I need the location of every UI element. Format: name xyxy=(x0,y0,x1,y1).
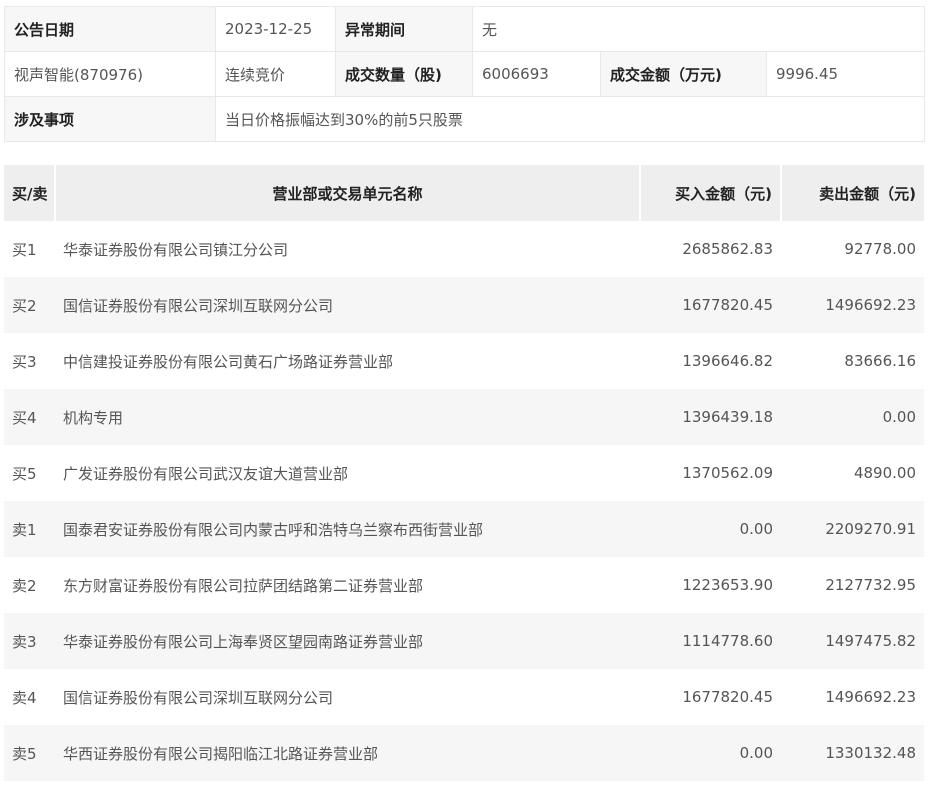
row-buy-amount: 1396439.18 xyxy=(640,389,781,445)
row-side: 买1 xyxy=(4,221,55,277)
row-side: 买3 xyxy=(4,333,55,389)
row-broker-name: 国信证券股份有限公司深圳互联网分公司 xyxy=(55,669,640,725)
row-side: 卖1 xyxy=(4,501,55,557)
row-buy-amount: 1396646.82 xyxy=(640,333,781,389)
row-side: 卖4 xyxy=(4,669,55,725)
row-sell-amount: 0.00 xyxy=(781,389,924,445)
row-side: 买5 xyxy=(4,445,55,501)
table-row: 买5 广发证券股份有限公司武汉友谊大道营业部 1370562.09 4890.0… xyxy=(4,445,924,501)
stock-info-table: 公告日期 2023-12-25 异常期间 无 视声智能(870976) 连续竞价… xyxy=(4,6,926,142)
table-row: 卖5 华西证券股份有限公司揭阳临江北路证券营业部 0.00 1330132.48 xyxy=(4,725,924,781)
trade-method: 连续竞价 xyxy=(215,51,336,97)
row-broker-name: 国信证券股份有限公司深圳互联网分公司 xyxy=(55,277,640,333)
header-buy-amount: 买入金额（元) xyxy=(640,165,782,221)
table-row: 卖4 国信证券股份有限公司深圳互联网分公司 1677820.45 1496692… xyxy=(4,669,924,725)
amount-label: 成交金额（万元) xyxy=(600,51,767,97)
row-broker-name: 机构专用 xyxy=(55,389,640,445)
row-sell-amount: 2127732.95 xyxy=(781,557,924,613)
row-side: 买2 xyxy=(4,277,55,333)
row-buy-amount: 1370562.09 xyxy=(640,445,781,501)
amount-value: 9996.45 xyxy=(765,51,926,97)
matter-label: 涉及事项 xyxy=(4,96,216,142)
header-side: 买/卖 xyxy=(4,165,56,221)
table-row: 卖3 华泰证券股份有限公司上海奉贤区望园南路证券营业部 1114778.60 1… xyxy=(4,613,924,669)
abnormal-period-value: 无 xyxy=(471,6,926,52)
row-sell-amount: 1496692.23 xyxy=(781,277,924,333)
row-broker-name: 广发证券股份有限公司武汉友谊大道营业部 xyxy=(55,445,640,501)
row-sell-amount: 92778.00 xyxy=(781,221,924,277)
row-sell-amount: 4890.00 xyxy=(781,445,924,501)
stock-name: 视声智能(870976) xyxy=(4,51,216,97)
volume-label: 成交数量（股) xyxy=(335,51,473,97)
announce-date-value: 2023-12-25 xyxy=(215,6,336,52)
row-side: 卖5 xyxy=(4,725,55,781)
row-broker-name: 中信建投证券股份有限公司黄石广场路证券营业部 xyxy=(55,333,640,389)
volume-value: 6006693 xyxy=(472,51,601,97)
row-sell-amount: 1496692.23 xyxy=(781,669,924,725)
row-broker-name: 东方财富证券股份有限公司拉萨团结路第二证券营业部 xyxy=(55,557,640,613)
row-buy-amount: 1223653.90 xyxy=(640,557,781,613)
row-broker-name: 华西证券股份有限公司揭阳临江北路证券营业部 xyxy=(55,725,640,781)
row-buy-amount: 0.00 xyxy=(640,725,781,781)
row-broker-name: 国泰君安证券股份有限公司内蒙古呼和浩特乌兰察布西街营业部 xyxy=(55,501,640,557)
table-row: 买4 机构专用 1396439.18 0.00 xyxy=(4,389,924,445)
row-broker-name: 华泰证券股份有限公司上海奉贤区望园南路证券营业部 xyxy=(55,613,640,669)
table-row: 买2 国信证券股份有限公司深圳互联网分公司 1677820.45 1496692… xyxy=(4,277,924,333)
info-row-trade: 视声智能(870976) 连续竞价 成交数量（股) 6006693 成交金额（万… xyxy=(4,51,926,97)
row-buy-amount: 2685862.83 xyxy=(640,221,781,277)
table-row: 买3 中信建投证券股份有限公司黄石广场路证券营业部 1396646.82 836… xyxy=(4,333,924,389)
trading-detail-table: 买/卖 营业部或交易单元名称 买入金额（元) 卖出金额（元) 买1 华泰证券股份… xyxy=(4,165,924,781)
header-sell-amount: 卖出金额（元) xyxy=(781,165,924,221)
header-name: 营业部或交易单元名称 xyxy=(55,165,641,221)
announce-date-label: 公告日期 xyxy=(4,6,216,52)
row-buy-amount: 0.00 xyxy=(640,501,781,557)
row-sell-amount: 1330132.48 xyxy=(781,725,924,781)
info-row-matter: 涉及事项 当日价格振幅达到30%的前5只股票 xyxy=(4,96,926,142)
row-buy-amount: 1114778.60 xyxy=(640,613,781,669)
row-buy-amount: 1677820.45 xyxy=(640,277,781,333)
row-side: 卖2 xyxy=(4,557,55,613)
row-sell-amount: 83666.16 xyxy=(781,333,924,389)
row-buy-amount: 1677820.45 xyxy=(640,669,781,725)
row-sell-amount: 2209270.91 xyxy=(781,501,924,557)
table-header-row: 买/卖 营业部或交易单元名称 买入金额（元) 卖出金额（元) xyxy=(4,165,924,221)
table-row: 卖1 国泰君安证券股份有限公司内蒙古呼和浩特乌兰察布西街营业部 0.00 220… xyxy=(4,501,924,557)
info-row-date: 公告日期 2023-12-25 异常期间 无 xyxy=(4,6,926,52)
matter-value: 当日价格振幅达到30%的前5只股票 xyxy=(214,96,926,142)
abnormal-period-label: 异常期间 xyxy=(335,6,473,52)
table-row: 卖2 东方财富证券股份有限公司拉萨团结路第二证券营业部 1223653.90 2… xyxy=(4,557,924,613)
row-side: 卖3 xyxy=(4,613,55,669)
row-sell-amount: 1497475.82 xyxy=(781,613,924,669)
table-row: 买1 华泰证券股份有限公司镇江分公司 2685862.83 92778.00 xyxy=(4,221,924,277)
row-broker-name: 华泰证券股份有限公司镇江分公司 xyxy=(55,221,640,277)
row-side: 买4 xyxy=(4,389,55,445)
